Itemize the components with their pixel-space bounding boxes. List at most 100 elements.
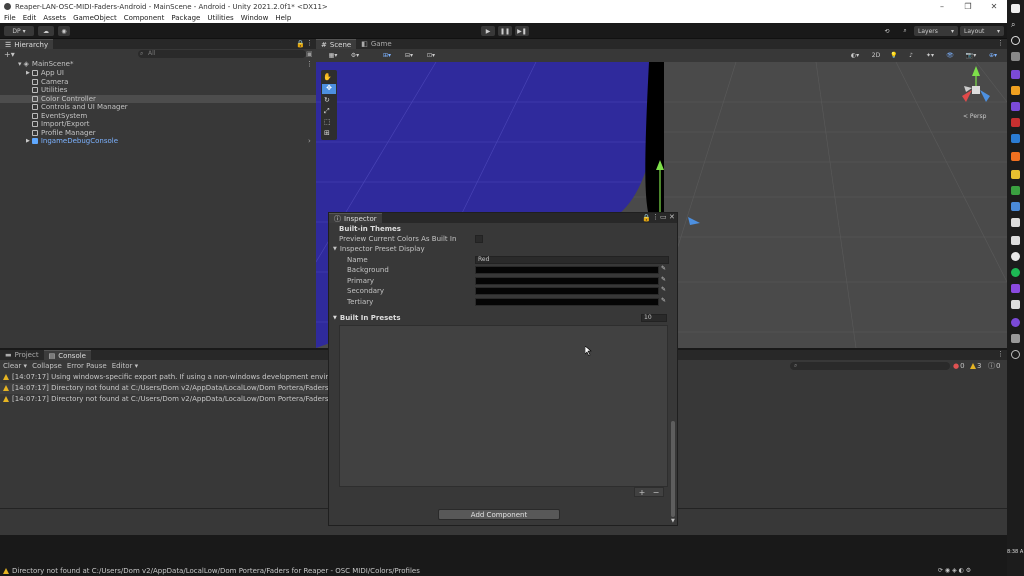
hierarchy-item-import-export[interactable]: Import/Export (0, 120, 316, 129)
built-in-presets-foldout[interactable]: ▼ Built In Presets (333, 313, 671, 323)
console-more-icon[interactable]: ⋮ (997, 350, 1004, 358)
audio-icon[interactable]: ♪ (904, 51, 918, 60)
close-icon[interactable]: ✕ (669, 213, 675, 221)
scene-menu-icon[interactable]: ⋮ (306, 60, 313, 68)
hierarchy-item-camera[interactable]: Camera (0, 78, 316, 87)
scrollbar-thumb[interactable] (671, 421, 675, 517)
tab-game[interactable]: ◧ Game (356, 39, 397, 49)
orientation-gizmo[interactable] (962, 66, 990, 102)
clear-button[interactable]: Clear ▾ (3, 362, 27, 370)
hidden-objects-icon[interactable]: 👁 (942, 51, 958, 60)
app-icon-green[interactable] (1011, 186, 1020, 195)
draw-mode-icon[interactable]: ▦▾ (324, 51, 342, 60)
outlook-icon[interactable] (1011, 134, 1020, 143)
filter-icon[interactable]: ▣ (306, 50, 313, 58)
preview-colors-checkbox[interactable] (475, 235, 483, 243)
tab-console[interactable]: ▤ Console (43, 350, 91, 360)
secondary-color-field[interactable] (475, 287, 659, 295)
console-message-row[interactable]: [14:07:17] Directory not found at C:/Use… (0, 394, 330, 405)
hierarchy-item-utilities[interactable]: Utilities (0, 86, 316, 95)
menu-component[interactable]: Component (124, 14, 165, 22)
persp-label[interactable]: < Persp (963, 113, 986, 120)
eyedropper-icon[interactable]: ✎ (661, 287, 667, 293)
tertiary-color-field[interactable] (475, 298, 659, 306)
history-icon[interactable]: ⟲ (880, 26, 894, 36)
scene-row[interactable]: ▾ ◈ MainScene* ⋮ (0, 60, 316, 69)
menu-edit[interactable]: Edit (23, 14, 37, 22)
chevron-right-icon[interactable]: › (308, 137, 311, 145)
cortana-icon[interactable] (1011, 36, 1020, 45)
collapse-toggle[interactable]: Collapse (32, 362, 62, 370)
move-tool-icon[interactable]: ✥ (322, 84, 336, 94)
app-icon-grey[interactable] (1011, 334, 1020, 343)
editor-dropdown[interactable]: Editor ▾ (112, 362, 138, 370)
hierarchy-item-color-controller[interactable]: Color Controller (0, 94, 316, 103)
task-view-icon[interactable] (1011, 52, 1020, 61)
rect-tool-icon[interactable]: ⬚ (324, 118, 331, 126)
eyedropper-icon[interactable]: ✎ (661, 277, 667, 283)
mode-2d-toggle[interactable]: 2D (868, 51, 884, 60)
gizmos-dropdown[interactable]: ⊕▾ (984, 51, 1002, 60)
close-window-button[interactable]: ✕ (981, 0, 1007, 13)
expand-arrow-icon[interactable]: ▶ (26, 70, 30, 76)
foldout-arrow-icon[interactable]: ▼ (333, 246, 337, 252)
console-search-input[interactable]: ⌕ (790, 362, 950, 370)
menu-file[interactable]: File (4, 14, 16, 22)
scene-camera-icon[interactable]: 📷▾ (961, 51, 981, 60)
app-icon-white[interactable] (1011, 218, 1020, 227)
menu-gameobject[interactable]: GameObject (73, 14, 117, 22)
cloud-icon[interactable]: ☁ (38, 26, 54, 36)
hierarchy-item-eventsystem[interactable]: EventSystem (0, 112, 316, 121)
add-component-button[interactable]: Add Component (438, 509, 560, 520)
warning-count-toggle[interactable]: 3 (970, 362, 981, 370)
eyedropper-icon[interactable]: ✎ (661, 298, 667, 304)
play-button[interactable]: ▶ (481, 26, 495, 36)
expand-arrow-icon[interactable]: ▾ (18, 60, 22, 68)
background-color-field[interactable] (475, 266, 659, 274)
more-options-icon[interactable]: ⋮ (306, 39, 313, 47)
error-count-toggle[interactable]: ● 0 (953, 362, 965, 370)
log-count-toggle[interactable]: ⓘ 0 (988, 361, 1000, 371)
tab-inspector[interactable]: ⓘ Inspector (329, 213, 382, 223)
minimize-button[interactable]: – (929, 0, 955, 13)
preset-display-foldout[interactable]: ▼ Inspector Preset Display (333, 244, 671, 254)
folder-icon[interactable] (1011, 170, 1020, 179)
app-icon-circle[interactable] (1011, 252, 1020, 261)
name-input[interactable]: Red (475, 256, 669, 264)
tab-project[interactable]: ▬ Project (0, 350, 44, 360)
maximize-button[interactable]: ❐ (955, 0, 981, 13)
search-icon[interactable]: ⌕ (898, 26, 912, 36)
add-icon[interactable]: +▾ (4, 50, 15, 59)
app-icon-violet[interactable] (1011, 102, 1020, 111)
status-message[interactable]: Directory not found at C:/Users/Dom v2/A… (12, 567, 420, 575)
scene-more-icon[interactable]: ⋮ (997, 39, 1004, 47)
app-icon-orange[interactable] (1011, 86, 1020, 95)
app-icon-outline[interactable] (1011, 350, 1020, 359)
app-icon-blue[interactable] (1011, 202, 1020, 211)
menu-help[interactable]: Help (275, 14, 291, 22)
error-pause-toggle[interactable]: Error Pause (67, 362, 107, 370)
tab-scene[interactable]: # Scene (316, 39, 357, 49)
presets-list[interactable] (339, 325, 668, 487)
menu-utilities[interactable]: Utilities (207, 14, 233, 22)
hand-tool-icon[interactable]: ✋ (323, 73, 332, 81)
scroll-down-icon[interactable]: ▼ (671, 518, 675, 524)
hierarchy-search-input[interactable]: All (138, 50, 306, 58)
search-icon[interactable]: ⌕ (1011, 20, 1020, 29)
app-icon-red[interactable] (1011, 118, 1020, 127)
primary-color-field[interactable] (475, 277, 659, 285)
layout-dropdown[interactable]: Layout ▾ (960, 26, 1004, 36)
app-icon-amber[interactable] (1011, 152, 1020, 161)
menu-package[interactable]: Package (171, 14, 200, 22)
add-element-button[interactable]: + (639, 488, 646, 497)
gizmo-toggle-icon[interactable]: ⚙▾ (346, 51, 364, 60)
app-icon-ring[interactable] (1011, 318, 1020, 327)
pause-button[interactable]: ❚❚ (498, 26, 512, 36)
spotify-icon[interactable] (1011, 268, 1020, 277)
effects-icon[interactable]: ✦▾ (921, 51, 939, 60)
console-message-row[interactable]: [14:07:17] Using windows-specific export… (0, 372, 330, 383)
visual-studio-icon[interactable] (1011, 284, 1020, 293)
transform-tool-icon[interactable]: ⊞ (324, 129, 330, 137)
hierarchy-item-controls-ui-manager[interactable]: Controls and UI Manager (0, 103, 316, 112)
collab-icon[interactable]: ◉ (58, 26, 70, 36)
